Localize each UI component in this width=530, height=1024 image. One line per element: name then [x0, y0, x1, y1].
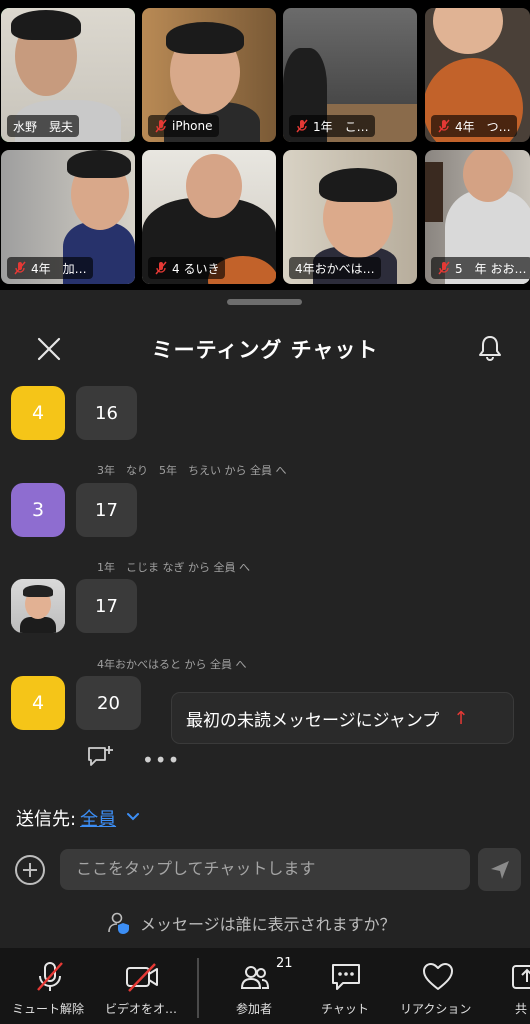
message-bubble[interactable]: 17	[76, 579, 137, 633]
participant-face	[186, 154, 242, 218]
chat-label: チャット	[321, 1002, 369, 1016]
participant-hair	[67, 150, 131, 178]
participant-name-tag: 4年 つ…	[431, 115, 517, 137]
participants-button[interactable]: 21 参加者	[210, 948, 300, 1024]
participant-hair	[11, 10, 81, 40]
participant-name: 4年 加…	[31, 261, 87, 276]
participant-name: 4年 つ…	[455, 119, 511, 134]
visibility-info-link[interactable]: メッセージは誰に表示されますか？	[108, 911, 396, 935]
video-tile[interactable]: 4年 加…	[1, 150, 135, 284]
jump-to-unread-button[interactable]: 最初の未読メッセージにジャンプ ↑	[172, 693, 513, 743]
participant-name: 4年おかべは…	[295, 261, 375, 276]
share-icon	[510, 960, 530, 994]
bell-icon[interactable]	[475, 333, 505, 363]
chat-title: ミーティング チャット	[151, 338, 379, 362]
user-shield-icon	[108, 912, 129, 934]
more-options-icon[interactable]: •••	[142, 748, 180, 772]
participant-name-tag: iPhone	[148, 115, 219, 137]
video-button[interactable]: ビデオをオ…	[100, 948, 197, 1024]
sender-avatar[interactable]: 4	[11, 676, 65, 730]
message-bubble[interactable]: 17	[76, 483, 137, 537]
send-icon	[490, 860, 509, 879]
meeting-toolbar: ミュート解除 ビデオをオ… 21 参加者 チャット リアクション 共	[0, 948, 530, 1024]
photo-shirt	[20, 617, 56, 633]
message-sender-line: 1年 こじま なぎ から 全員 へ	[97, 561, 250, 574]
mic-off-icon	[437, 261, 451, 275]
reactions-button[interactable]: リアクション	[392, 948, 488, 1024]
sender-avatar[interactable]: 4	[11, 386, 65, 440]
mic-off-icon	[154, 119, 168, 133]
reply-thread-icon[interactable]	[86, 744, 116, 772]
unmute-button[interactable]: ミュート解除	[0, 948, 100, 1024]
mic-off-icon	[295, 119, 309, 133]
add-attachment-button[interactable]	[15, 855, 45, 885]
participants-label: 参加者	[236, 1002, 273, 1016]
participants-icon	[238, 960, 272, 994]
video-tile[interactable]: 1年 こ…	[283, 8, 417, 142]
participant-name-tag: 水野 晃夫	[7, 115, 80, 137]
mic-off-icon	[154, 261, 168, 275]
background-coat	[425, 162, 443, 222]
zoom-meeting-screen: 水野 晃夫 iPhone 1年 こ… 4年 つ… 4年 加… 4 るいき 4年お…	[0, 0, 530, 1024]
video-label: ビデオをオ…	[105, 1002, 178, 1016]
visibility-label: メッセージは誰に表示されますか？	[140, 915, 396, 934]
video-tile[interactable]: iPhone	[142, 8, 276, 142]
sender-avatar[interactable]: 3	[11, 483, 65, 537]
participant-name: 水野 晃夫	[13, 119, 74, 134]
participant-name-tag: 4年おかべは…	[289, 257, 381, 279]
heart-icon	[421, 960, 455, 994]
toolbar-divider	[197, 958, 199, 1018]
participant-name-tag: 4 るいき	[148, 257, 226, 279]
photo-hair	[23, 585, 53, 597]
sender-photo-avatar[interactable]	[11, 579, 65, 633]
video-tile[interactable]: 5 年 おお…	[425, 150, 530, 284]
video-tile[interactable]: 水野 晃夫	[1, 8, 135, 142]
share-label: 共	[515, 1002, 528, 1016]
send-button[interactable]	[478, 848, 521, 891]
message-bubble[interactable]: 16	[76, 386, 137, 440]
video-tile[interactable]: 4 るいき	[142, 150, 276, 284]
drag-handle[interactable]	[227, 299, 302, 305]
recipient-label: 送信先:	[16, 809, 77, 830]
participant-face	[433, 8, 503, 54]
mic-off-icon	[13, 261, 27, 275]
chat-input[interactable]: ここをタップしてチャットします	[60, 849, 470, 890]
chat-icon	[329, 960, 363, 994]
unmute-label: ミュート解除	[12, 1002, 85, 1016]
reactions-label: リアクション	[400, 1002, 472, 1016]
video-tile[interactable]: 4年おかべは…	[283, 150, 417, 284]
message-bubble[interactable]: 20	[76, 676, 141, 730]
jump-label: 最初の未読メッセージにジャンプ	[186, 710, 440, 731]
message-sender-line: 3年 なり 5年 ちえい から 全員 へ	[97, 464, 287, 477]
chevron-down-icon[interactable]	[126, 810, 140, 826]
video-tile[interactable]: 4年 つ…	[425, 8, 530, 142]
recipient-row: 送信先: 全員	[16, 805, 140, 831]
participant-name: iPhone	[172, 119, 213, 133]
chat-button[interactable]: チャット	[300, 948, 392, 1024]
share-button[interactable]: 共	[488, 948, 530, 1024]
video-grid: 水野 晃夫 iPhone 1年 こ… 4年 つ… 4年 加… 4 るいき 4年お…	[0, 0, 530, 290]
participant-name: 4 るいき	[172, 261, 220, 276]
participant-name: 5 年 おお…	[455, 261, 527, 276]
participant-name-tag: 5 年 おお…	[431, 257, 530, 279]
participant-name-tag: 4年 加…	[7, 257, 93, 279]
video-off-icon	[125, 960, 159, 994]
chat-header: ミーティング チャット	[0, 320, 530, 376]
participant-name-tag: 1年 こ…	[289, 115, 375, 137]
participants-count-badge: 21	[276, 956, 293, 971]
participant-hair	[166, 22, 244, 54]
message-sender-line: 4年おかべはると から 全員 へ	[97, 658, 247, 671]
arrow-up-icon: ↑	[453, 707, 469, 729]
recipient-selector[interactable]: 全員	[80, 805, 116, 831]
mic-off-icon	[33, 960, 67, 994]
participant-hair	[319, 168, 397, 202]
mic-off-icon	[437, 119, 451, 133]
participant-name: 1年 こ…	[313, 119, 369, 134]
plus-icon	[23, 863, 37, 877]
